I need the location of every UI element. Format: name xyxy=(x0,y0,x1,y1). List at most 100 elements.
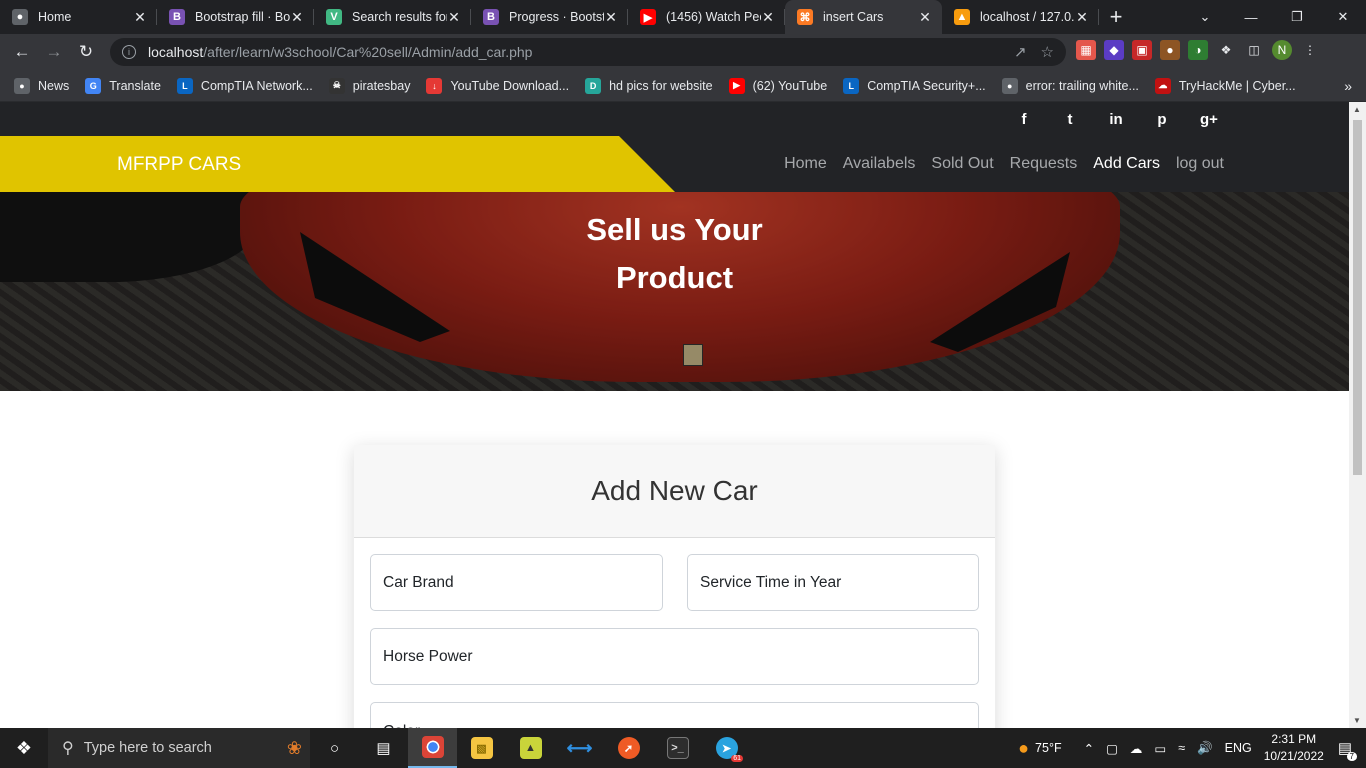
show-hidden-icons-icon[interactable]: ⌃ xyxy=(1084,741,1094,756)
telegram-badge: 61 xyxy=(731,755,743,762)
browser-tab[interactable]: ● Home ✕ xyxy=(0,0,157,34)
volume-icon[interactable]: 🔊 xyxy=(1197,741,1213,756)
pinterest-icon[interactable]: p xyxy=(1154,111,1170,128)
profile-avatar[interactable]: N xyxy=(1272,40,1292,60)
close-tab-icon[interactable]: ✕ xyxy=(133,9,147,26)
close-tab-icon[interactable]: ✕ xyxy=(604,9,618,26)
nav-requests[interactable]: Requests xyxy=(1010,155,1078,173)
file-explorer-icon[interactable]: ▧ xyxy=(457,728,506,768)
nav-add-cars[interactable]: Add Cars xyxy=(1093,155,1160,173)
start-windows-icon[interactable]: ❖ xyxy=(0,728,48,768)
close-tab-icon[interactable]: ✕ xyxy=(1075,9,1089,26)
window-controls: ⌄ — ❐ ✕ xyxy=(1182,0,1366,34)
cortana-icon[interactable]: ○ xyxy=(310,728,359,768)
bookmark-item[interactable]: ☁ TryHackMe | Cyber... xyxy=(1154,77,1296,94)
hero-banner: Sell us Your Product xyxy=(0,192,1349,391)
close-tab-icon[interactable]: ✕ xyxy=(918,9,932,26)
wifi-icon[interactable]: ≈ xyxy=(1178,741,1185,755)
address-toolbar: ← → ↻ i localhost/after/learn/w3school/C… xyxy=(0,34,1366,70)
bookmark-item[interactable]: L CompTIA Security+... xyxy=(843,77,986,94)
photos-app-icon[interactable]: ▲ xyxy=(506,728,555,768)
close-tab-icon[interactable]: ✕ xyxy=(290,9,304,26)
menu-kebab-icon[interactable]: ⋮ xyxy=(1300,40,1320,60)
bookmark-item[interactable]: ▶ (62) YouTube xyxy=(728,77,828,94)
close-tab-icon[interactable]: ✕ xyxy=(761,9,775,26)
extension-cookie-icon[interactable]: ● xyxy=(1160,40,1180,60)
omnibox[interactable]: i localhost/after/learn/w3school/Car%20s… xyxy=(110,38,1066,66)
nav-availabels[interactable]: Availabels xyxy=(843,155,916,173)
linkedin-icon[interactable]: in xyxy=(1108,111,1124,128)
extensions-puzzle-icon[interactable]: ❖ xyxy=(1216,40,1236,60)
nav-log-out[interactable]: log out xyxy=(1176,155,1224,173)
bookmark-item[interactable]: G Translate xyxy=(85,77,161,94)
close-tab-icon[interactable]: ✕ xyxy=(447,9,461,26)
xampp-icon: ⌘ xyxy=(797,9,813,25)
close-window-button[interactable]: ✕ xyxy=(1320,0,1366,34)
bookmark-label: News xyxy=(38,78,70,93)
nav-sold-out[interactable]: Sold Out xyxy=(931,155,993,173)
vue-icon: V xyxy=(326,9,342,25)
site-brand[interactable]: MFRPP CARS xyxy=(117,154,241,176)
tab-title: (1456) Watch Peo xyxy=(666,10,761,24)
share-icon[interactable]: ↗ xyxy=(1014,43,1027,61)
weather-temp[interactable]: 75°F xyxy=(1035,741,1062,755)
page-scrollbar[interactable]: ▲ ▼ xyxy=(1349,102,1366,728)
url-text[interactable]: localhost/after/learn/w3school/Car%20sel… xyxy=(148,44,1000,60)
extension-globe-icon[interactable]: ◑ xyxy=(1188,40,1208,60)
onedrive-cloud-icon[interactable]: ☁ xyxy=(1130,741,1143,756)
service-time-input[interactable]: Service Time in Year xyxy=(687,554,979,611)
color-input[interactable]: Color xyxy=(370,702,979,728)
browser-tab[interactable]: ▶ (1456) Watch Peo ✕ xyxy=(628,0,785,34)
notification-count: 7 xyxy=(1346,752,1357,761)
terminal-icon[interactable]: >_ xyxy=(653,728,702,768)
browser-tab[interactable]: B Bootstrap fill · Bo ✕ xyxy=(157,0,314,34)
language-indicator[interactable]: ENG xyxy=(1225,741,1252,755)
taskbar-search[interactable]: ⚲ Type here to search ❀ xyxy=(48,728,310,768)
facebook-icon[interactable]: f xyxy=(1016,111,1032,128)
minimize-button[interactable]: — xyxy=(1228,0,1274,34)
side-panel-icon[interactable]: ◫ xyxy=(1244,40,1264,60)
search-highlight-icon[interactable]: ❀ xyxy=(287,738,302,759)
bookmark-item[interactable]: ● error: trailing white... xyxy=(1001,77,1139,94)
postman-icon[interactable]: ➚ xyxy=(604,728,653,768)
nav-home[interactable]: Home xyxy=(784,155,827,173)
chrome-taskbar-icon[interactable]: ​ xyxy=(408,728,457,768)
extension-pocket-icon[interactable]: ▣ xyxy=(1132,40,1152,60)
back-button[interactable]: ← xyxy=(6,36,38,68)
notifications-icon[interactable]: ▤ 7 xyxy=(1338,739,1357,761)
battery-icon[interactable]: ▭ xyxy=(1154,741,1166,756)
google-plus-icon[interactable]: g+ xyxy=(1200,111,1218,128)
bookmark-label: (62) YouTube xyxy=(752,78,828,93)
extension-color-icon[interactable]: ▦ xyxy=(1076,40,1096,60)
vscode-icon[interactable]: ⟷ xyxy=(555,728,604,768)
weather-sun-icon[interactable]: ● xyxy=(1018,738,1029,759)
scroll-thumb[interactable] xyxy=(1353,120,1362,475)
bookmark-item[interactable]: ↓ YouTube Download... xyxy=(426,77,569,94)
clock[interactable]: 2:31 PM 10/21/2022 xyxy=(1264,731,1324,765)
forward-button[interactable]: → xyxy=(38,36,70,68)
browser-tab[interactable]: B Progress · Bootst ✕ xyxy=(471,0,628,34)
bookmark-item[interactable]: ☠ piratesbay xyxy=(328,77,410,94)
horse-power-input[interactable]: Horse Power xyxy=(370,628,979,685)
maximize-button[interactable]: ❐ xyxy=(1274,0,1320,34)
task-view-icon[interactable]: ▤ xyxy=(359,728,408,768)
meet-now-icon[interactable]: ▢ xyxy=(1106,741,1118,756)
browser-tab[interactable]: ⌘ insert Cars ✕ xyxy=(785,0,942,34)
new-tab-button[interactable]: + xyxy=(1099,0,1133,34)
bookmark-item[interactable]: L CompTIA Network... xyxy=(176,77,313,94)
bookmark-item[interactable]: Dhd pics for website xyxy=(585,77,713,94)
scroll-down-icon[interactable]: ▼ xyxy=(1353,716,1361,725)
site-info-icon[interactable]: i xyxy=(122,45,136,59)
more-bookmarks-icon[interactable]: » xyxy=(1344,78,1352,94)
browser-tab[interactable]: ▲ localhost / 127.0. ✕ xyxy=(942,0,1099,34)
twitter-icon[interactable]: t xyxy=(1062,111,1078,128)
scroll-up-icon[interactable]: ▲ xyxy=(1353,105,1361,114)
reload-button[interactable]: ↻ xyxy=(70,36,102,68)
car-brand-input[interactable]: Car Brand xyxy=(370,554,663,611)
bookmark-item[interactable]: ● News xyxy=(14,77,70,94)
extension-diamond-icon[interactable]: ◆ xyxy=(1104,40,1124,60)
bookmark-star-icon[interactable]: ☆ xyxy=(1041,43,1054,61)
tab-search-icon[interactable]: ⌄ xyxy=(1182,0,1228,34)
telegram-icon[interactable]: ➤ 61 xyxy=(702,728,751,768)
browser-tab[interactable]: V Search results for ✕ xyxy=(314,0,471,34)
